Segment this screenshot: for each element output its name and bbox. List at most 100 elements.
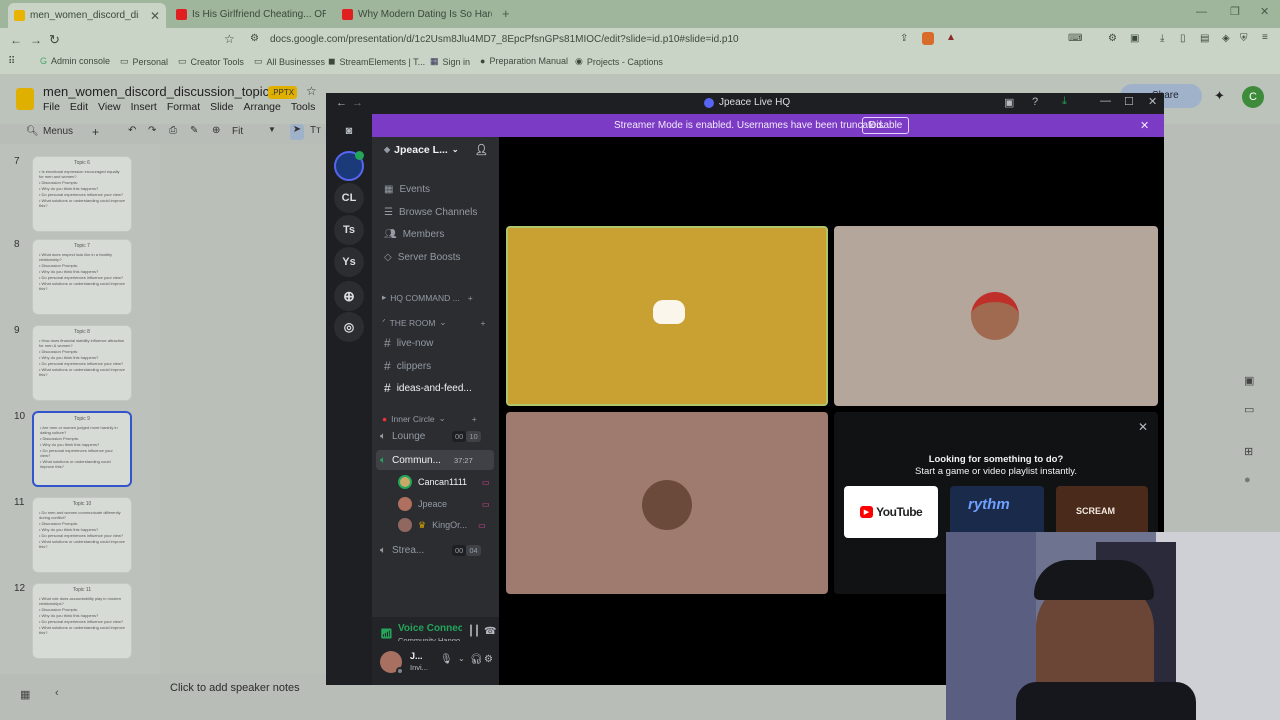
close-window-icon[interactable]: ✕ xyxy=(1260,5,1269,18)
discord-home-icon[interactable]: ◙ xyxy=(334,116,364,146)
server-ys[interactable]: Ys xyxy=(334,247,364,277)
menu-insert[interactable]: Insert xyxy=(131,101,157,113)
menu-edit[interactable]: Edit xyxy=(70,101,88,113)
voice-channel-lounge[interactable]: 🔈︎ Lounge 00 10 xyxy=(380,431,481,442)
server-cl[interactable]: CL xyxy=(334,183,364,213)
youtube-activity-card[interactable]: ▶ YouTube xyxy=(844,486,938,538)
add-channel-icon[interactable]: + xyxy=(481,318,486,328)
explore-icon[interactable]: ◎ xyxy=(334,312,364,342)
menu-format[interactable]: Format xyxy=(167,101,200,113)
nav-events[interactable]: ▦ Events xyxy=(384,184,430,195)
zoom-select[interactable]: Fit xyxy=(232,126,243,137)
new-tab-button[interactable]: + xyxy=(502,6,510,21)
wallet-icon[interactable]: ▤ xyxy=(1200,33,1209,44)
extensions-icon[interactable]: ⚙ xyxy=(1108,33,1117,44)
collapse-panel-icon[interactable]: ‹ xyxy=(55,687,59,699)
maximize-icon[interactable]: ☐ xyxy=(1124,95,1134,108)
gemini-icon[interactable]: ✦ xyxy=(1214,88,1225,104)
settings-gear-icon[interactable]: ⚙ xyxy=(484,654,493,665)
apps-grid-icon[interactable]: ⠿ xyxy=(8,56,15,67)
menu-tools[interactable]: Tools xyxy=(291,101,316,113)
present-icon[interactable]: ⊞ xyxy=(1244,445,1253,458)
menu-icon[interactable]: ≡ xyxy=(1262,32,1268,43)
rewards-icon[interactable]: ▲ xyxy=(946,32,956,43)
close-icon[interactable]: ✕ xyxy=(150,9,160,23)
forward-icon[interactable]: → xyxy=(352,97,363,109)
invite-icon[interactable]: 👤︎ xyxy=(475,143,488,156)
inbox-icon[interactable]: ▣ xyxy=(1004,96,1014,109)
add-channel-icon[interactable]: + xyxy=(468,293,473,303)
bookmark-all-businesses[interactable]: ▭ All Businesses xyxy=(254,56,325,67)
redo-icon[interactable]: ↷ xyxy=(148,125,156,136)
download-icon[interactable]: ⤓ xyxy=(1062,95,1067,108)
back-icon[interactable]: ← xyxy=(10,33,22,47)
vpn-icon[interactable]: ◈ xyxy=(1222,33,1230,44)
channel-ideas-and-feedback[interactable]: # ideas-and-feed... xyxy=(384,381,472,395)
nav-browse-channels[interactable]: ☰ Browse Channels xyxy=(384,207,477,218)
slide-thumbnail[interactable]: Topic 6 • Is emotional expression encoura… xyxy=(32,156,132,232)
slide-thumbnail[interactable]: Topic 8 • How does financial stability in… xyxy=(32,325,132,401)
channel-clippers[interactable]: # clippers xyxy=(384,359,431,373)
server-header[interactable]: ◆ Jpeace L... ⌄ 👤︎ xyxy=(384,143,494,157)
bookmark-creator-tools[interactable]: ▭ Creator Tools xyxy=(178,56,244,67)
menu-slide[interactable]: Slide xyxy=(210,101,233,113)
voice-user-cancan[interactable]: Cancan1111 ▭ xyxy=(398,475,490,489)
scream-activity-card[interactable]: SCREAM xyxy=(1056,486,1148,538)
text-box-icon[interactable]: Tт xyxy=(310,125,321,136)
disable-button[interactable]: Disable xyxy=(862,117,910,134)
nav-server-boosts[interactable]: ◇ Server Boosts xyxy=(384,252,461,263)
grid-view-icon[interactable]: ▦ xyxy=(20,688,30,701)
reload-icon[interactable]: ↻ xyxy=(49,32,60,48)
category-inner-circle[interactable]: ● Inner Circle ⌄ + xyxy=(382,413,477,424)
bookmark-star-icon[interactable]: ☆ xyxy=(224,32,235,46)
nav-members[interactable]: 👥︎ Members xyxy=(384,229,444,240)
paint-format-icon[interactable]: ✎ xyxy=(190,125,198,136)
voice-user-king[interactable]: ♛ KingOr... ▭ xyxy=(398,518,486,532)
account-avatar[interactable]: C xyxy=(1242,86,1264,108)
voice-channel-community[interactable]: 🔈︎ Commun... 37:27 xyxy=(376,450,494,470)
shield-icon[interactable]: ⛨ xyxy=(1240,33,1248,44)
channel-live-now[interactable]: # live-now xyxy=(384,336,433,350)
select-cursor-icon[interactable]: ➤ xyxy=(290,124,304,140)
bookmark-admin[interactable]: G Admin console xyxy=(40,56,110,66)
slide-thumbnail[interactable]: Topic 7 • What does respect look like in … xyxy=(32,239,132,315)
bookmark-preparation-manual[interactable]: ● Preparation Manual xyxy=(480,56,568,66)
url-field[interactable]: docs.google.com/presentation/d/1c2Usm8Jl… xyxy=(270,34,890,45)
translate-icon[interactable]: ⌨ xyxy=(1068,33,1082,44)
participant-tile-3[interactable] xyxy=(506,412,828,594)
sidebar-icon[interactable]: ▯ xyxy=(1180,33,1186,44)
add-server-icon[interactable]: ⊕ xyxy=(334,281,364,311)
bookmark-streamelements[interactable]: ◼ StreamElements | T... xyxy=(328,56,425,67)
speaker-notes[interactable]: Click to add speaker notes xyxy=(170,682,300,694)
undo-icon[interactable]: ↶ xyxy=(128,125,136,136)
star-icon[interactable]: ☆ xyxy=(306,84,317,98)
folder-icon[interactable]: ▭ xyxy=(1244,403,1254,416)
server-jpeace-icon[interactable] xyxy=(334,151,364,181)
new-slide-icon[interactable]: + xyxy=(92,125,99,139)
bookmark-projects-captions[interactable]: ◉ Projects - Captions xyxy=(575,56,663,67)
microphone-icon[interactable]: 🎙︎ xyxy=(440,654,453,665)
menu-view[interactable]: View xyxy=(98,101,121,113)
share-page-icon[interactable]: ⇪ xyxy=(900,33,908,44)
slide-thumbnail[interactable]: Topic 10 • Do men and women communicate d… xyxy=(32,497,132,573)
participant-tile-1[interactable] xyxy=(506,226,828,406)
headphones-icon[interactable]: 🎧︎ xyxy=(470,654,483,665)
forward-icon[interactable]: → xyxy=(30,33,42,47)
document-title[interactable]: men_women_discord_discussion_topics xyxy=(43,84,276,99)
voice-user-jpeace[interactable]: Jpeace ▭ xyxy=(398,497,490,511)
close-icon[interactable]: ✕ xyxy=(1138,420,1148,434)
browser-tab-video-2[interactable]: Why Modern Dating Is So Hard Righ xyxy=(336,4,498,24)
chevron-down-icon[interactable]: ⌄ xyxy=(458,654,465,663)
menu-arrange[interactable]: Arrange xyxy=(243,101,280,113)
close-window-icon[interactable]: ✕ xyxy=(1148,95,1157,108)
bookmark-personal[interactable]: ▭ Personal xyxy=(120,56,168,67)
help-icon[interactable]: ? xyxy=(1032,96,1038,108)
restore-icon[interactable]: ❐ xyxy=(1230,5,1240,18)
chevron-down-icon[interactable]: ▼ xyxy=(268,125,276,134)
rythm-activity-card[interactable]: rythm xyxy=(950,486,1044,538)
download-icon[interactable]: ⤓ xyxy=(1160,33,1164,44)
slide-thumbnail[interactable]: Topic 11 • What role does accountability … xyxy=(32,583,132,659)
menus-search[interactable]: Menus xyxy=(43,126,73,137)
noise-suppression-icon[interactable]: ┃┃ xyxy=(468,626,480,637)
zoom-icon[interactable]: ⊕ xyxy=(212,125,220,136)
